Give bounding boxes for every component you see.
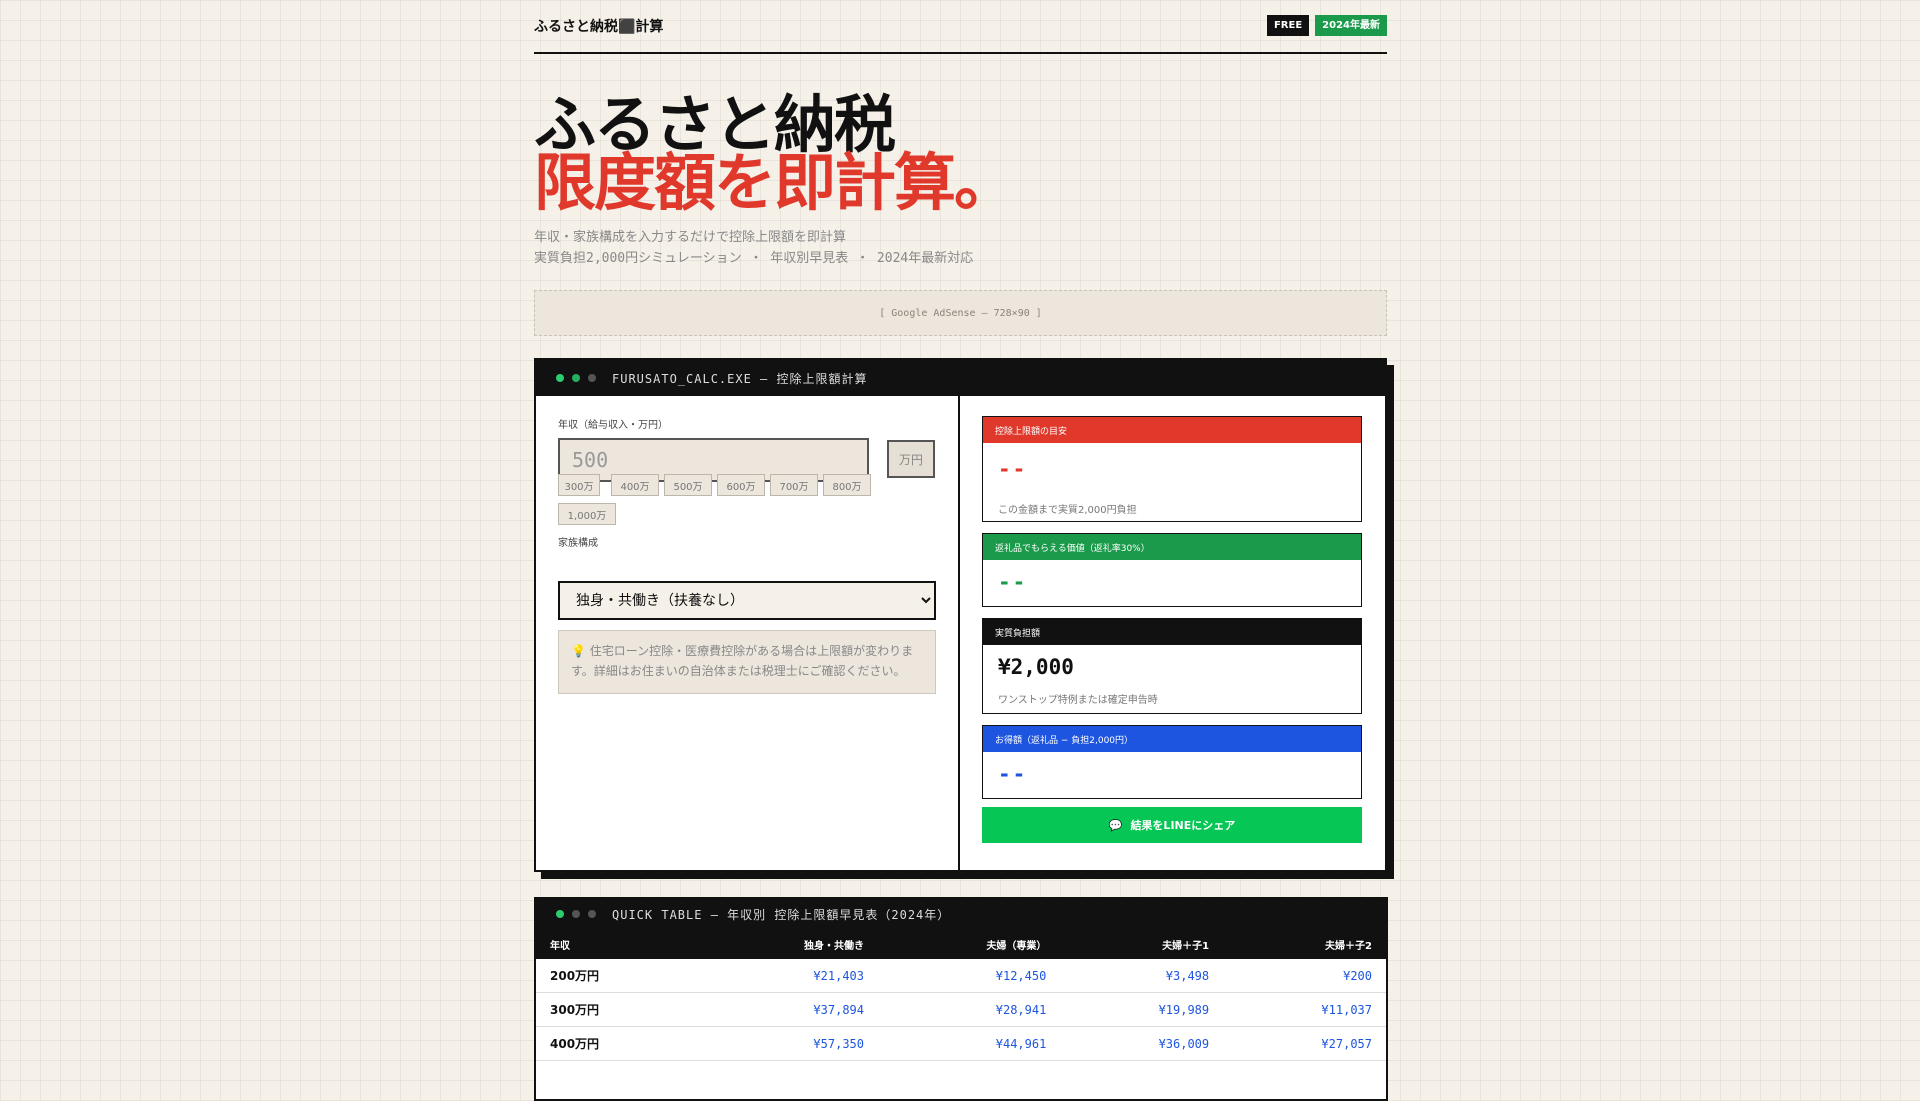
calculator-title: FURUSATO_CALC.EXE — 控除上限額計算: [612, 371, 868, 386]
result-pane: 控除上限額の目安 -- この金額まで実質2,000円負担 返礼品でもらえる価値（…: [960, 396, 1385, 870]
table-cell: ¥200: [1223, 959, 1386, 993]
profit-card: お得額（返礼品 − 負担2,000円） --: [982, 725, 1362, 799]
table-cell: ¥44,961: [878, 1026, 1061, 1061]
col-header-couple: 夫婦（専業）: [878, 929, 1061, 959]
burden-subtext: ワンストップ特例または確定申告時: [998, 695, 1158, 706]
quick-chip-700[interactable]: 700万: [770, 474, 818, 496]
col-header-couple-child1: 夫婦＋子1: [1060, 929, 1224, 959]
hero-title-line2: 限度額を即計算。: [534, 146, 1016, 219]
gift-card: 返礼品でもらえる価値（返礼率30%） --: [982, 533, 1362, 607]
table-row: 300万円 ¥37,894 ¥28,941 ¥19,989 ¥11,037: [536, 992, 1386, 1027]
line-share-button[interactable]: 💬 結果をLINEにシェア: [982, 807, 1362, 843]
calculator-panel: FURUSATO_CALC.EXE — 控除上限額計算 年収（給与収入・万円） …: [534, 358, 1387, 872]
family-label: 家族構成: [558, 538, 598, 549]
page-container: ふるさと納税⬛計算 FREE 2024年最新 ふるさと納税 限度額を即計算。 年…: [534, 0, 1388, 1101]
gift-value: --: [998, 570, 1028, 594]
quick-table-titlebar: QUICK TABLE — 年収別 控除上限額早見表（2024年）: [536, 899, 1386, 929]
table-cell: ¥36,009: [1060, 1026, 1224, 1061]
input-pane: 年収（給与収入・万円） 万円 300万 400万 500万 600万 700万 …: [536, 396, 960, 870]
table-cell: ¥27,057: [1223, 1026, 1386, 1061]
quick-chip-500[interactable]: 500万: [664, 474, 712, 496]
table-cell: ¥21,403: [695, 959, 878, 993]
table-cell: 300万円: [536, 992, 696, 1027]
col-header-income: 年収: [536, 929, 696, 959]
table-cell: 400万円: [536, 1026, 696, 1061]
window-dot-icon: [572, 374, 580, 382]
burden-value: ¥2,000: [998, 655, 1074, 679]
quick-table-panel: QUICK TABLE — 年収別 控除上限額早見表（2024年） 年収 独身・…: [534, 897, 1388, 1101]
quick-chip-1000[interactable]: 1,000万: [558, 503, 616, 525]
col-header-single: 独身・共働き: [695, 929, 878, 959]
quick-table-title: QUICK TABLE — 年収別 控除上限額早見表（2024年）: [612, 907, 951, 922]
table-header-row: 年収 独身・共働き 夫婦（専業） 夫婦＋子1 夫婦＋子2: [536, 929, 1386, 959]
quick-chip-400[interactable]: 400万: [611, 474, 659, 496]
table-cell: ¥3,498: [1060, 959, 1224, 993]
site-title[interactable]: ふるさと納税⬛計算: [534, 16, 663, 36]
table-row: 400万円 ¥57,350 ¥44,961 ¥36,009 ¥27,057: [536, 1026, 1386, 1061]
hero-subtitle-1: 年収・家族構成を入力するだけで控除上限額を即計算: [534, 230, 847, 245]
limit-subtext: この金額まで実質2,000円負担: [998, 505, 1137, 516]
quick-chip-300[interactable]: 300万: [558, 474, 600, 496]
gift-card-title: 返礼品でもらえる価値（返礼率30%）: [983, 534, 1361, 560]
year-badge: 2024年最新: [1315, 15, 1387, 36]
window-dot-icon: [556, 374, 564, 382]
window-dot-icon: [588, 910, 596, 918]
limit-card: 控除上限額の目安 -- この金額まで実質2,000円負担: [982, 416, 1362, 522]
window-dot-icon: [588, 374, 596, 382]
table-cell: ¥19,989: [1060, 992, 1224, 1027]
quick-chip-800[interactable]: 800万: [823, 474, 871, 496]
table-cell: 200万円: [536, 959, 696, 993]
calculator-titlebar: FURUSATO_CALC.EXE — 控除上限額計算: [536, 360, 1385, 396]
line-share-label: 結果をLINEにシェア: [1130, 819, 1236, 832]
table-cell: ¥12,450: [878, 959, 1061, 993]
profit-card-title: お得額（返礼品 − 負担2,000円）: [983, 726, 1361, 752]
limit-card-title: 控除上限額の目安: [983, 417, 1361, 443]
site-header: ふるさと納税⬛計算 FREE 2024年最新: [534, 0, 1387, 54]
header-badges: FREE 2024年最新: [1266, 15, 1387, 36]
window-dot-icon: [572, 910, 580, 918]
chat-bubble-icon: 💬: [1108, 818, 1123, 832]
window-dot-icon: [556, 910, 564, 918]
table-row: 200万円 ¥21,403 ¥12,450 ¥3,498 ¥200: [536, 959, 1386, 993]
limit-value: --: [998, 457, 1028, 481]
table-cell: ¥37,894: [695, 992, 878, 1027]
quick-table: 年収 独身・共働き 夫婦（専業） 夫婦＋子1 夫婦＋子2 200万円 ¥21,4…: [536, 929, 1386, 1061]
burden-card: 実質負担額 ¥2,000 ワンストップ特例または確定申告時: [982, 618, 1362, 714]
family-select[interactable]: 独身・共働き（扶養なし）: [558, 581, 936, 620]
income-unit: 万円: [887, 440, 935, 478]
table-cell: ¥28,941: [878, 992, 1061, 1027]
quick-chip-600[interactable]: 600万: [717, 474, 765, 496]
burden-card-title: 実質負担額: [983, 619, 1361, 645]
ad-placeholder: [ Google AdSense — 728×90 ]: [534, 290, 1387, 336]
table-cell: ¥11,037: [1223, 992, 1386, 1027]
deduction-note: 💡 住宅ローン控除・医療費控除がある場合は上限額が変わります。詳細はお住まいの自…: [558, 630, 936, 694]
profit-value: --: [998, 762, 1028, 786]
table-cell: ¥57,350: [695, 1026, 878, 1061]
free-badge: FREE: [1266, 15, 1310, 36]
col-header-couple-child2: 夫婦＋子2: [1223, 929, 1386, 959]
hero-subtitle-2: 実質負担2,000円シミュレーション ・ 年収別早見表 ・ 2024年最新対応: [534, 251, 974, 266]
income-label: 年収（給与収入・万円）: [558, 420, 668, 431]
